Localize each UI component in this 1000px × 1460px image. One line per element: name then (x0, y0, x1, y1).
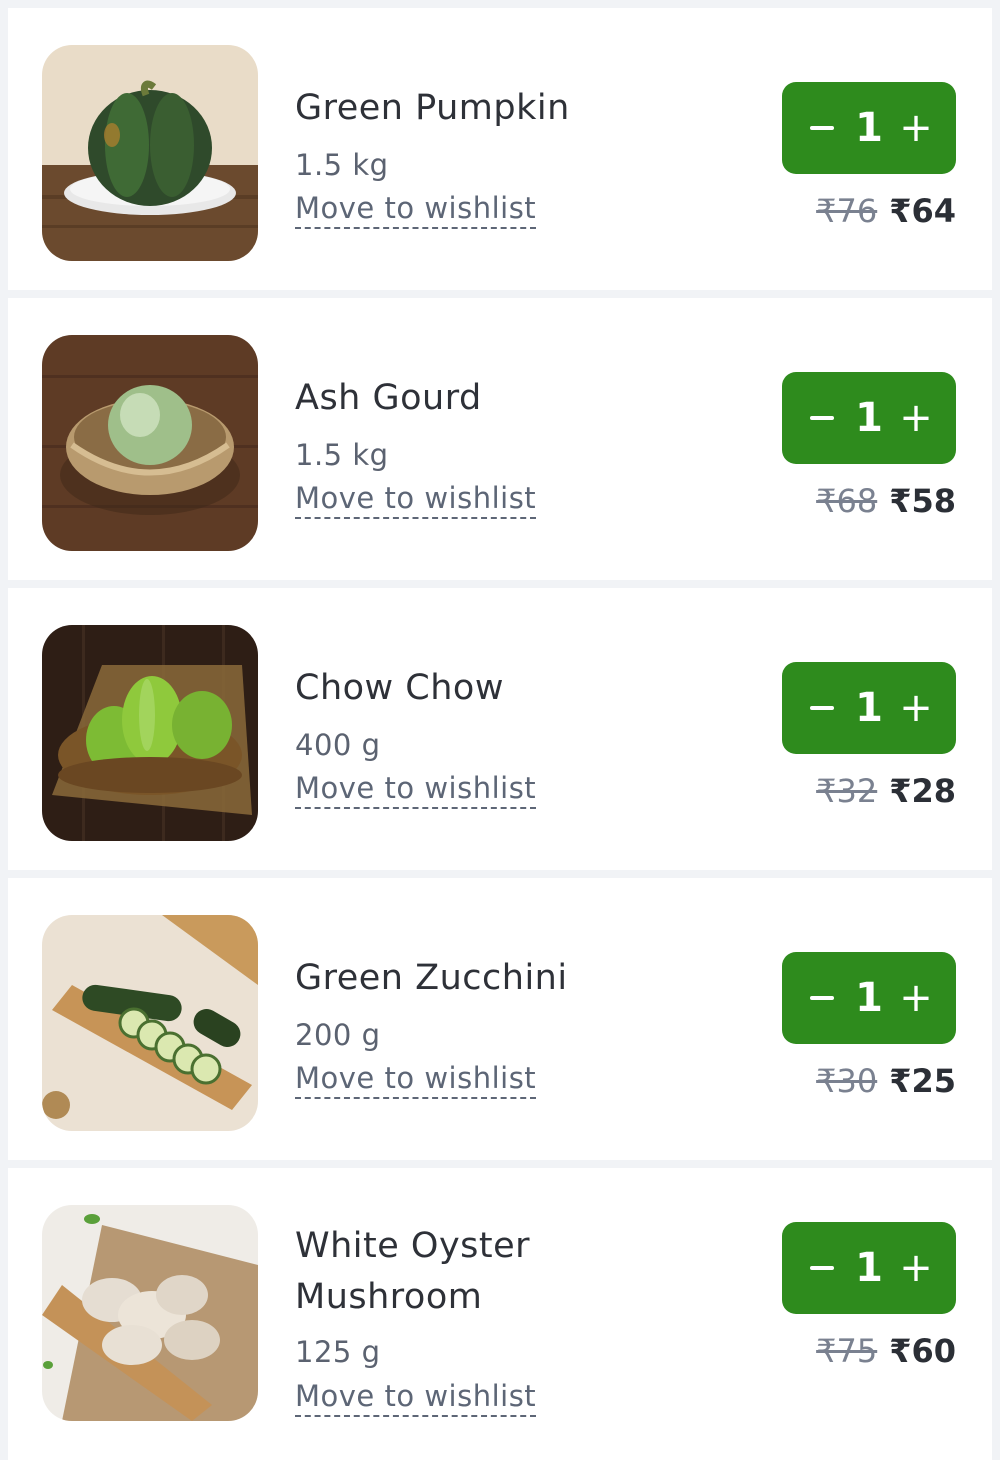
cart-item: Chow Chow 400 g Move to wishlist 1 + ₹32… (8, 588, 992, 870)
quantity-value: 1 (855, 395, 883, 441)
minus-icon (810, 126, 834, 130)
quantity-value: 1 (855, 105, 883, 151)
sale-price: ₹25 (889, 1062, 956, 1100)
quantity-stepper: 1 + (782, 372, 956, 464)
plus-icon: + (899, 395, 933, 441)
move-to-wishlist-link[interactable]: Move to wishlist (295, 1061, 537, 1099)
original-price: ₹68 (816, 482, 878, 520)
sale-price: ₹64 (889, 192, 956, 230)
pumpkin-image[interactable] (42, 45, 258, 261)
plus-icon: + (899, 1245, 933, 1291)
product-name: Green Zucchini (295, 958, 568, 998)
product-weight: 1.5 kg (295, 438, 389, 472)
plus-icon: + (899, 105, 933, 151)
decrease-quantity-button[interactable] (802, 968, 842, 1028)
product-weight: 200 g (295, 1018, 381, 1052)
product-name: White Oyster Mushroom (295, 1226, 531, 1317)
decrease-quantity-button[interactable] (802, 1238, 842, 1298)
product-weight: 1.5 kg (295, 148, 389, 182)
plus-icon: + (899, 975, 933, 1021)
decrease-quantity-button[interactable] (802, 388, 842, 448)
cart-item: White Oyster Mushroom 125 g Move to wish… (8, 1168, 992, 1460)
zucchini-image[interactable] (42, 915, 258, 1131)
move-to-wishlist-link[interactable]: Move to wishlist (295, 481, 537, 519)
original-price: ₹32 (816, 772, 878, 810)
plus-icon: + (899, 685, 933, 731)
price-block: ₹32 ₹28 (816, 771, 956, 811)
price-block: ₹30 ₹25 (816, 1061, 956, 1101)
decrease-quantity-button[interactable] (802, 678, 842, 738)
quantity-stepper: 1 + (782, 82, 956, 174)
product-weight: 400 g (295, 728, 381, 762)
cart-item: Green Pumpkin 1.5 kg Move to wishlist 1 … (8, 8, 992, 290)
oyster-mushroom-image[interactable] (42, 1205, 258, 1421)
product-name: Chow Chow (295, 668, 504, 708)
increase-quantity-button[interactable]: + (896, 388, 936, 448)
increase-quantity-button[interactable]: + (896, 968, 936, 1028)
move-to-wishlist-link[interactable]: Move to wishlist (295, 1379, 537, 1417)
chow-chow-image[interactable] (42, 625, 258, 841)
ash-gourd-image[interactable] (42, 335, 258, 551)
increase-quantity-button[interactable]: + (896, 1238, 936, 1298)
quantity-stepper: 1 + (782, 662, 956, 754)
move-to-wishlist-link[interactable]: Move to wishlist (295, 771, 537, 809)
quantity-value: 1 (855, 1245, 883, 1291)
sale-price: ₹28 (889, 772, 956, 810)
minus-icon (810, 996, 834, 1000)
decrease-quantity-button[interactable] (802, 98, 842, 158)
product-name: Ash Gourd (295, 378, 482, 418)
minus-icon (810, 416, 834, 420)
price-block: ₹75 ₹60 (816, 1331, 956, 1371)
cart-item: Green Zucchini 200 g Move to wishlist 1 … (8, 878, 992, 1160)
quantity-stepper: 1 + (782, 952, 956, 1044)
product-weight: 125 g (295, 1335, 381, 1369)
move-to-wishlist-link[interactable]: Move to wishlist (295, 191, 537, 229)
cart-item: Ash Gourd 1.5 kg Move to wishlist 1 + ₹6… (8, 298, 992, 580)
original-price: ₹30 (816, 1062, 878, 1100)
sale-price: ₹60 (889, 1332, 956, 1370)
increase-quantity-button[interactable]: + (896, 98, 936, 158)
quantity-stepper: 1 + (782, 1222, 956, 1314)
increase-quantity-button[interactable]: + (896, 678, 936, 738)
minus-icon (810, 1266, 834, 1270)
minus-icon (810, 706, 834, 710)
product-name: Green Pumpkin (295, 88, 570, 128)
quantity-value: 1 (855, 975, 883, 1021)
sale-price: ₹58 (889, 482, 956, 520)
original-price: ₹76 (816, 192, 878, 230)
original-price: ₹75 (816, 1332, 878, 1370)
quantity-value: 1 (855, 685, 883, 731)
price-block: ₹76 ₹64 (816, 191, 956, 231)
price-block: ₹68 ₹58 (816, 481, 956, 521)
